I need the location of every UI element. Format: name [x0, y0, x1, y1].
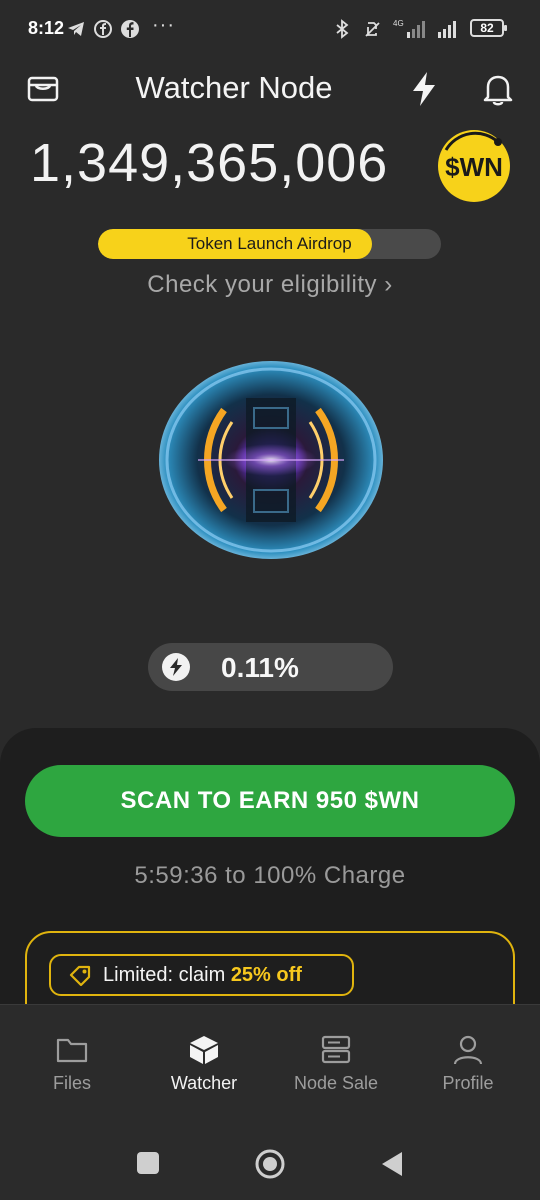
scan-to-earn-button[interactable]: SCAN TO EARN 950 $WN	[25, 765, 515, 837]
system-navigation-bar	[0, 1124, 540, 1200]
promo-highlight: 25% off	[230, 964, 302, 986]
bolt-icon	[170, 658, 182, 676]
lightning-icon[interactable]	[408, 70, 440, 108]
tab-label-profile: Profile	[442, 1073, 494, 1093]
status-time: 8:12	[28, 18, 65, 38]
signal-icon	[438, 21, 456, 38]
chevron-right-icon: ›	[384, 271, 393, 298]
wn-coin-icon: $WN	[438, 130, 510, 202]
promo-chip[interactable]: Limited: claim 25% off	[49, 954, 354, 996]
bottom-tab-bar: Files Watcher Node Sale Profile	[0, 1004, 540, 1125]
token-balance: 1,349,365,006	[30, 133, 389, 193]
check-eligibility-link[interactable]: Check your eligibility ›	[0, 271, 540, 299]
svg-text:4G: 4G	[393, 19, 404, 28]
bluetooth-icon	[336, 19, 349, 39]
back-triangle-icon[interactable]	[380, 1150, 404, 1178]
eligibility-text: Check your eligibility	[147, 271, 378, 298]
promo-prefix: Limited: claim	[103, 964, 231, 986]
tag-icon	[69, 965, 91, 986]
recents-square-icon[interactable]	[136, 1151, 160, 1175]
more-notifications-icon: ···	[152, 14, 175, 36]
facebook-outline-icon	[94, 20, 112, 38]
energy-percentage: 0.11%	[221, 652, 299, 683]
home-circle-icon[interactable]	[254, 1148, 286, 1180]
telegram-icon	[68, 22, 84, 36]
cube-icon	[190, 1036, 218, 1064]
promo-text: Limited: claim 25% off	[103, 964, 302, 987]
vibrate-off-icon	[365, 22, 380, 37]
server-icon	[321, 1035, 351, 1064]
facebook-icon	[121, 20, 139, 38]
bell-icon[interactable]	[482, 72, 514, 106]
user-icon	[453, 1035, 483, 1065]
status-bar: 8:12 ··· 4G 82	[0, 0, 540, 58]
folder-icon	[56, 1038, 88, 1063]
tab-node-sale[interactable]: Node Sale	[271, 1035, 401, 1094]
airdrop-label: Token Launch Airdrop	[187, 234, 352, 253]
tab-label-watcher: Watcher	[170, 1073, 238, 1093]
tab-label-files: Files	[52, 1073, 91, 1093]
tab-label-node-sale: Node Sale	[293, 1073, 379, 1093]
airdrop-progress-bar[interactable]: Token Launch Airdrop	[98, 229, 441, 259]
energy-pill: 0.11%	[148, 643, 393, 691]
tab-watcher[interactable]: Watcher	[139, 1035, 269, 1094]
energy-badge	[162, 653, 190, 681]
tab-files[interactable]: Files	[7, 1035, 137, 1094]
tab-profile[interactable]: Profile	[403, 1035, 533, 1094]
node-orb-image[interactable]	[158, 360, 384, 560]
charge-countdown: 5:59:36 to 100% Charge	[134, 862, 406, 889]
coin-symbol: $WN	[445, 152, 503, 182]
page-title: Watcher Node	[135, 70, 333, 105]
battery-indicator: 82	[470, 19, 507, 37]
signal-4g-icon: 4G	[393, 19, 425, 38]
